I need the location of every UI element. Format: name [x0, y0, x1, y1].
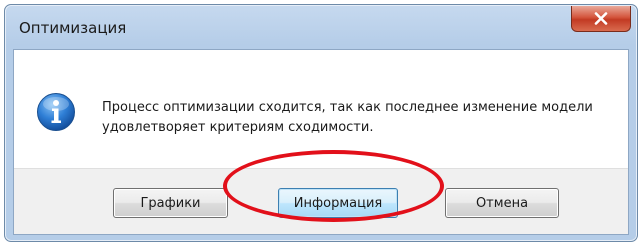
information-button[interactable]: Информация [278, 188, 398, 218]
close-icon [594, 12, 608, 25]
dialog-window: Оптимизация Процесс оптимизации сходится… [4, 4, 638, 242]
message-area: Процесс оптимизации сходится, так как по… [14, 50, 628, 168]
info-icon [36, 92, 76, 132]
cancel-button[interactable]: Отмена [445, 188, 559, 218]
dialog-client-area: Процесс оптимизации сходится, так как по… [13, 49, 629, 235]
close-button[interactable] [571, 6, 631, 32]
graphs-button[interactable]: Графики [113, 188, 228, 218]
title-bar[interactable]: Оптимизация [5, 5, 637, 49]
window-title: Оптимизация [19, 19, 127, 37]
dialog-message: Процесс оптимизации сходится, так как по… [102, 100, 593, 135]
